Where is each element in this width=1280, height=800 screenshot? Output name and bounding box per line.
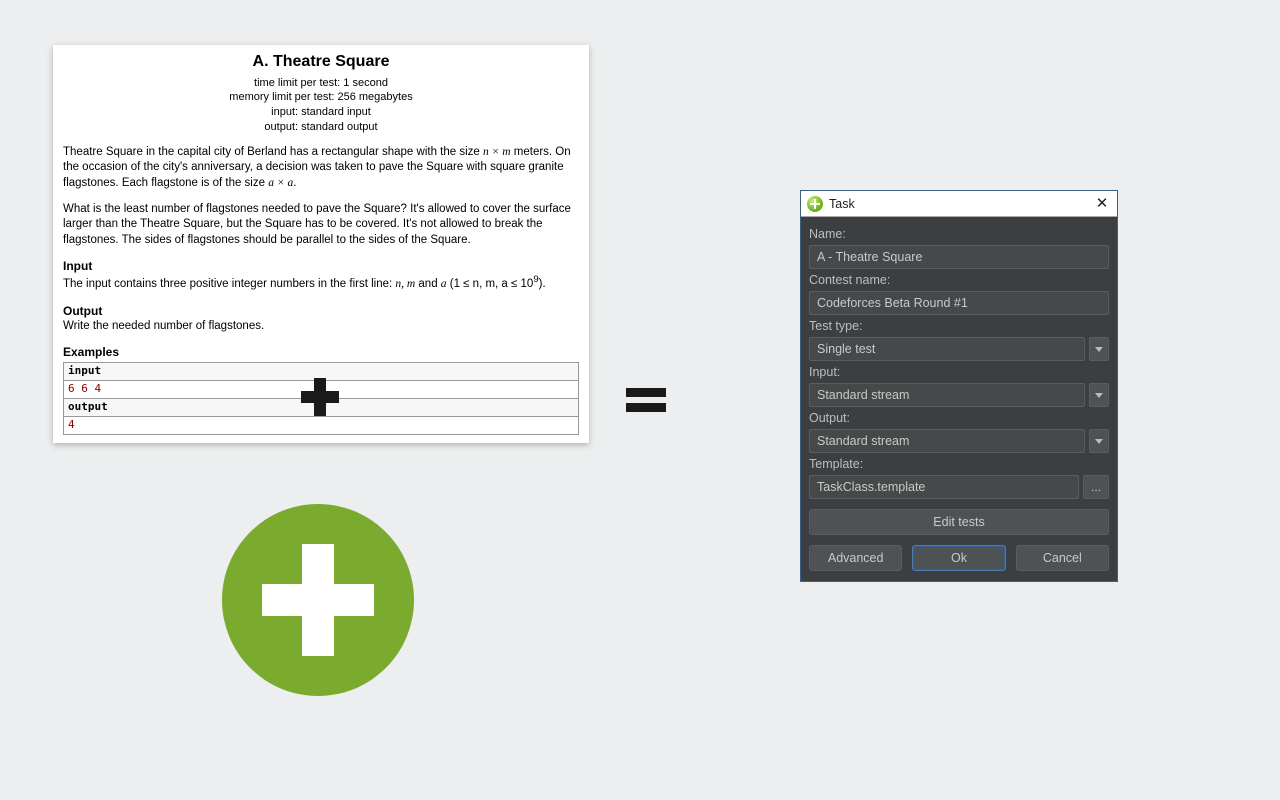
problem-paragraph-2: What is the least number of flagstones n… (63, 202, 579, 249)
dialog-title: Task (829, 197, 1093, 211)
plus-icon (301, 378, 339, 416)
close-icon[interactable]: ✕ (1093, 196, 1111, 211)
testtype-dropdown-icon[interactable] (1089, 337, 1109, 361)
input-label: Input: (809, 365, 1109, 379)
example-output-value: 4 (64, 417, 579, 435)
output-select[interactable]: Standard stream (809, 429, 1085, 453)
problem-paragraph-1: Theatre Square in the capital city of Be… (63, 145, 579, 192)
input-select[interactable]: Standard stream (809, 383, 1085, 407)
name-input[interactable]: A - Theatre Square (809, 245, 1109, 269)
add-task-button-illustration (222, 504, 414, 696)
template-label: Template: (809, 457, 1109, 471)
problem-output-meta: output: standard output (63, 120, 579, 135)
problem-title: A. Theatre Square (63, 51, 579, 73)
name-label: Name: (809, 227, 1109, 241)
input-heading: Input (63, 258, 579, 274)
contest-label: Contest name: (809, 273, 1109, 287)
testtype-select[interactable]: Single test (809, 337, 1085, 361)
app-add-icon (807, 196, 823, 212)
examples-heading: Examples (63, 344, 579, 360)
cancel-button[interactable]: Cancel (1016, 545, 1109, 571)
output-dropdown-icon[interactable] (1089, 429, 1109, 453)
problem-memory-limit: memory limit per test: 256 megabytes (63, 90, 579, 105)
input-dropdown-icon[interactable] (1089, 383, 1109, 407)
edit-tests-button[interactable]: Edit tests (809, 509, 1109, 535)
template-browse-button[interactable]: ... (1083, 475, 1109, 499)
output-heading: Output (63, 303, 579, 319)
advanced-button[interactable]: Advanced (809, 545, 902, 571)
output-description: Write the needed number of flagstones. (63, 319, 579, 335)
problem-time-limit: time limit per test: 1 second (63, 76, 579, 91)
dialog-titlebar[interactable]: Task ✕ (801, 191, 1117, 217)
ok-button[interactable]: Ok (912, 545, 1005, 571)
input-description: The input contains three positive intege… (63, 274, 579, 292)
equals-icon (626, 388, 666, 412)
template-input[interactable]: TaskClass.template (809, 475, 1079, 499)
contest-input[interactable]: Codeforces Beta Round #1 (809, 291, 1109, 315)
task-dialog: Task ✕ Name: A - Theatre Square Contest … (800, 190, 1118, 582)
problem-input-meta: input: standard input (63, 105, 579, 120)
testtype-label: Test type: (809, 319, 1109, 333)
output-label: Output: (809, 411, 1109, 425)
